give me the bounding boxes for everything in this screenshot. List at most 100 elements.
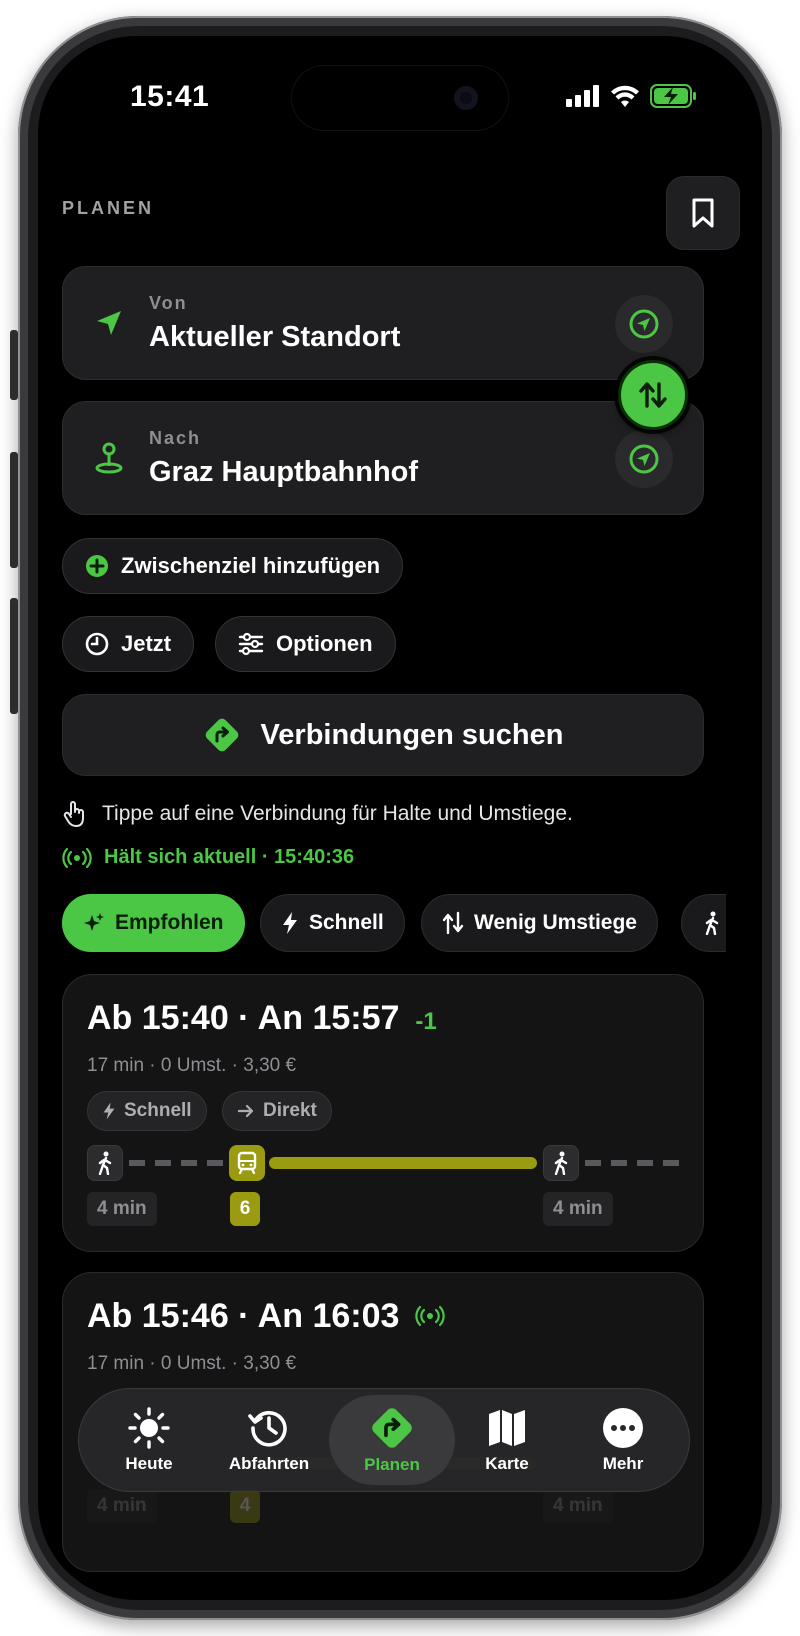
delay-badge: -1 (415, 1008, 437, 1035)
tab-label: Planen (364, 1455, 420, 1474)
tram-segment-bar (269, 1157, 537, 1169)
sun-icon (128, 1407, 170, 1449)
status-icons (566, 84, 698, 108)
live-signal-icon (62, 847, 92, 868)
status-time: 15:41 (130, 80, 210, 113)
swap-icon (639, 382, 667, 408)
more-icon (603, 1408, 643, 1448)
tab-mehr[interactable]: Mehr (563, 1389, 683, 1491)
filter-label: Empfohlen (115, 911, 224, 934)
walk-path (129, 1160, 225, 1166)
bolt-icon (283, 912, 297, 934)
tag-label: Direkt (263, 1100, 317, 1121)
to-label: Nach (149, 428, 202, 448)
connection-card[interactable]: Ab 15:40 · An 15:57 -1 17 min · 0 Umst. … (62, 974, 704, 1252)
time-label: Jetzt (121, 631, 172, 656)
live-status-text: Hält sich aktuell · 15:40:36 (104, 846, 355, 868)
gps-icon (629, 444, 659, 474)
tab-label: Mehr (602, 1454, 644, 1473)
from-value: Aktueller Standort (149, 321, 401, 353)
connection-times: Ab 15:46 · An 16:03 (87, 1297, 446, 1336)
live-status: Hält sich aktuell · 15:40:36 (62, 846, 354, 869)
walk-duration: 4 min (543, 1192, 613, 1226)
tab-label: Karte (485, 1454, 529, 1473)
wifi-icon (611, 85, 639, 107)
front-camera (454, 86, 478, 110)
history-icon (248, 1410, 287, 1447)
tram-icon (229, 1145, 265, 1181)
tab-abfahrten[interactable]: Abfahrten (209, 1389, 329, 1491)
directions-icon (205, 718, 238, 752)
filter-recommended[interactable]: Empfohlen (62, 894, 245, 952)
walk-segment-icon (543, 1145, 579, 1181)
action-button (10, 330, 18, 400)
sparkle-icon (84, 913, 104, 931)
to-gps-button[interactable] (615, 430, 673, 488)
directions-icon (372, 1408, 412, 1448)
walk-duration: 4 min (87, 1489, 157, 1523)
search-label: Verbindungen suchen (260, 718, 564, 751)
add-stop-button[interactable]: Zwischenziel hinzufügen (62, 538, 404, 594)
line-number-badge: 6 (230, 1192, 260, 1226)
filter-walking[interactable] (681, 894, 726, 952)
cellular-signal-icon (566, 85, 599, 107)
page-title: PLANEN (62, 198, 155, 218)
map-icon (489, 1410, 525, 1446)
dynamic-island (292, 66, 508, 130)
from-label: Von (149, 293, 188, 313)
time-button[interactable]: Jetzt (62, 616, 195, 672)
walking-icon (705, 911, 719, 935)
tag-direct: Direkt (222, 1091, 332, 1131)
tap-hint: Tippe auf eine Verbindung für Halte und … (62, 800, 573, 828)
connection-times: Ab 15:40 · An 15:57 -1 (87, 999, 437, 1038)
bookmark-button[interactable] (666, 176, 740, 250)
line-number-badge: 4 (230, 1489, 260, 1523)
connection-meta: 17 min · 0 Umst. · 3,30 € (87, 1055, 297, 1076)
connection-meta: 17 min · 0 Umst. · 3,30 € (87, 1353, 297, 1374)
transfer-icon (442, 911, 464, 935)
tag-label: Schnell (124, 1100, 192, 1121)
app-screen: 15:41 PLANEN Von Aktueller Standort Nach… (38, 36, 762, 1600)
options-label: Optionen (276, 631, 373, 656)
battery-charging-icon (650, 84, 696, 108)
tab-label: Abfahrten (228, 1454, 310, 1473)
hint-text: Tippe auf eine Verbindung für Halte und … (102, 802, 573, 825)
bolt-icon (103, 1102, 115, 1120)
plus-circle-icon (86, 555, 108, 577)
options-button[interactable]: Optionen (215, 616, 396, 672)
live-signal-icon (415, 1305, 446, 1327)
volume-down-button (10, 598, 18, 714)
from-field[interactable]: Von Aktueller Standort (62, 266, 704, 380)
filter-chips: Empfohlen Schnell Wenig Umstiege (62, 894, 726, 952)
from-gps-button[interactable] (615, 295, 673, 353)
tab-label: Heute (125, 1454, 173, 1473)
walk-segment-icon (87, 1145, 123, 1181)
swap-locations-button[interactable] (618, 360, 688, 430)
connection-time-range: Ab 15:46 · An 16:03 (87, 1297, 400, 1335)
filter-label: Wenig Umstiege (474, 911, 637, 934)
filter-few-transfers[interactable]: Wenig Umstiege (421, 894, 658, 952)
tag-fast: Schnell (87, 1091, 207, 1131)
clock-icon (85, 632, 109, 656)
tab-karte[interactable]: Karte (447, 1389, 567, 1491)
location-arrow-icon (91, 305, 127, 341)
tab-planen[interactable]: Planen (332, 1389, 452, 1491)
tab-bar: Heute Abfahrten Planen Karte Mehr (78, 1388, 690, 1492)
sliders-icon (238, 632, 264, 656)
to-field[interactable]: Nach Graz Hauptbahnhof (62, 401, 704, 515)
connection-time-range: Ab 15:40 · An 15:57 (87, 999, 400, 1037)
search-connections-button[interactable]: Verbindungen suchen (62, 694, 704, 776)
arrow-right-icon (237, 1104, 254, 1118)
volume-up-button (10, 452, 18, 568)
add-stop-label: Zwischenziel hinzufügen (121, 553, 381, 578)
filter-fast[interactable]: Schnell (260, 894, 405, 952)
walk-duration: 4 min (543, 1489, 613, 1523)
bookmark-icon (692, 198, 714, 228)
destination-pin-icon (91, 440, 127, 476)
gps-icon (629, 309, 659, 339)
tab-heute[interactable]: Heute (89, 1389, 209, 1491)
filter-label: Schnell (309, 911, 384, 934)
walk-duration: 4 min (87, 1192, 157, 1226)
to-value: Graz Hauptbahnhof (149, 456, 419, 488)
walk-path (585, 1160, 681, 1166)
